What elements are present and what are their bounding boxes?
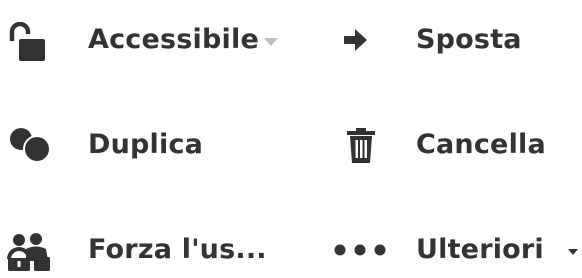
more-dropdown[interactable]: Ulteriori (332, 222, 582, 278)
trash-icon (347, 128, 375, 163)
chevron-down-icon (568, 249, 578, 255)
move-label: Sposta (416, 24, 522, 55)
force-user-label: Forza l'us... (88, 234, 267, 265)
actions-menu: Accessibile Sposta Duplica Cancella Forz… (0, 0, 582, 276)
force-user-button[interactable]: Forza l'us... (0, 222, 320, 278)
unlock-icon (9, 22, 45, 61)
delete-button[interactable]: Cancella (340, 117, 580, 173)
accessibility-label: Accessibile (88, 24, 259, 55)
delete-label: Cancella (416, 129, 546, 160)
more-label: Ulteriori (416, 234, 544, 265)
arrow-right-icon (344, 29, 367, 51)
chevron-down-icon (264, 38, 278, 46)
ellipsis-icon (334, 244, 386, 256)
duplicate-button[interactable]: Duplica (0, 117, 320, 173)
move-button[interactable]: Sposta (340, 12, 580, 68)
users-lock-icon (7, 233, 50, 271)
accessibility-dropdown[interactable]: Accessibile (0, 12, 320, 68)
duplicate-circles-icon (10, 128, 51, 163)
duplicate-label: Duplica (88, 129, 204, 160)
